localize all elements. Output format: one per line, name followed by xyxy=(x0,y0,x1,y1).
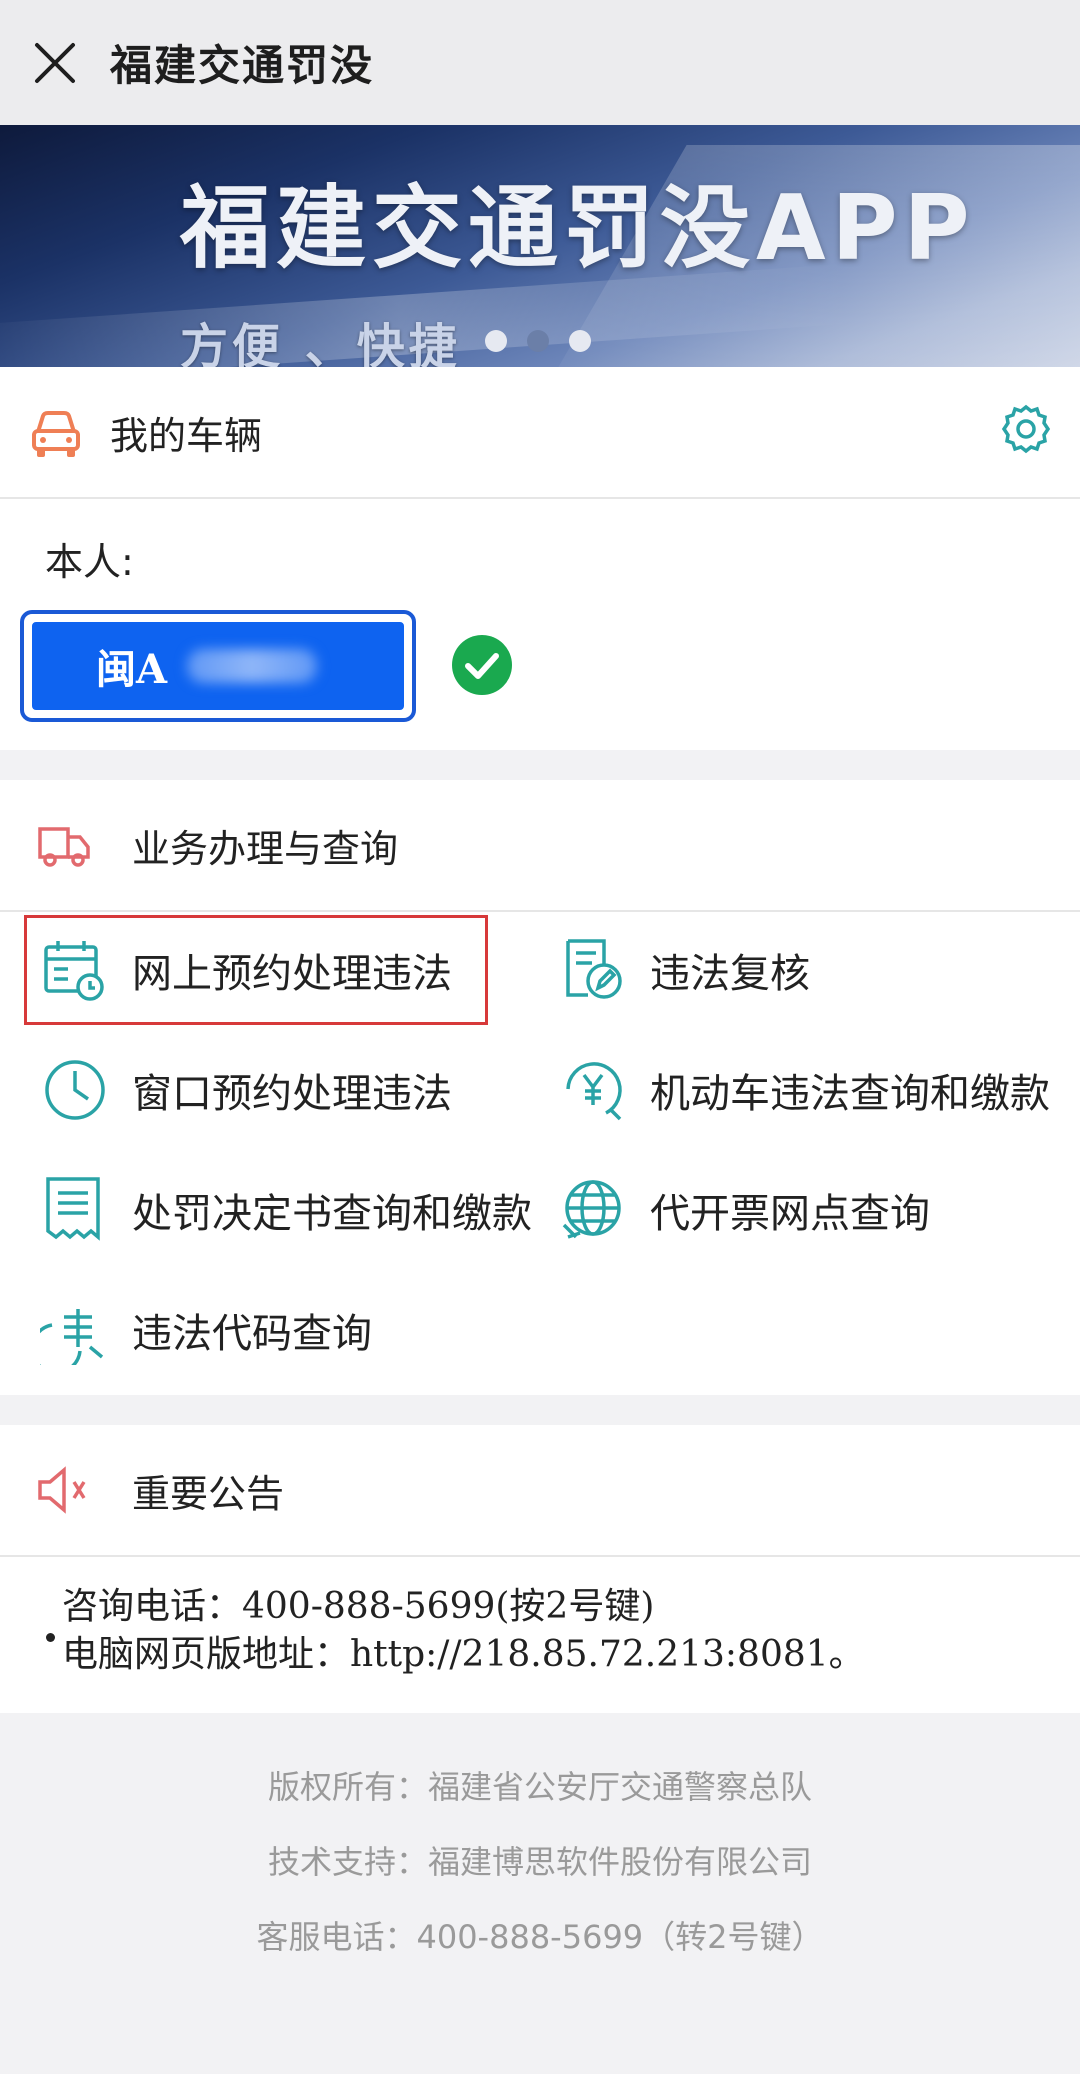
footer-copyright: 版权所有：福建省公安厅交通警察总队 xyxy=(267,1768,812,1806)
divider xyxy=(0,1555,1080,1557)
service-penalty-decision-query[interactable]: 处罚决定书查询和缴款 xyxy=(40,1170,532,1250)
license-plate-button[interactable]: 闽A xyxy=(20,610,416,722)
title-bar: 福建交通罚没 xyxy=(0,0,1080,125)
divider xyxy=(0,910,1080,912)
carousel-indicator xyxy=(485,330,591,352)
bullet-dot xyxy=(46,1633,55,1642)
speaker-icon xyxy=(38,1466,86,1514)
page-title: 福建交通罚没 xyxy=(110,41,375,90)
receipt-icon xyxy=(46,1177,100,1241)
footer: 版权所有：福建省公安厅交通警察总队 技术支持：福建博思软件股份有限公司 客服电话… xyxy=(0,1750,1080,1975)
footer-tech-support: 技术支持：福建博思软件股份有限公司 xyxy=(267,1843,812,1881)
service-invoice-outlet-query[interactable]: 代开票网点查询 xyxy=(558,1170,930,1250)
carousel-dot[interactable] xyxy=(527,330,549,352)
service-label: 窗口预约处理违法 xyxy=(132,1071,452,1117)
notice-header[interactable]: 重要公告 xyxy=(0,1425,1080,1555)
footer-service-phone: 客服电话：400-888-5699（转2号键） xyxy=(256,1918,824,1956)
service-label: 机动车违法查询和缴款 xyxy=(650,1071,1050,1117)
notice-content: 咨询电话：400-888-5699(按2号键) 电脑网页版地址：http://2… xyxy=(62,1583,865,1679)
close-button[interactable] xyxy=(0,0,110,125)
service-label: 违法代码查询 xyxy=(132,1311,372,1357)
service-label: 网上预约处理违法 xyxy=(132,951,452,997)
document-edit-icon xyxy=(566,939,622,999)
service-label: 违法复核 xyxy=(650,951,810,997)
owner-label: 本人: xyxy=(45,540,134,584)
carousel-dot[interactable] xyxy=(485,330,507,352)
divider xyxy=(0,497,1080,499)
banner-title: 福建交通罚没APP xyxy=(180,176,976,281)
calendar-clock-icon xyxy=(44,941,104,1001)
close-icon xyxy=(35,42,75,83)
yen-search-icon xyxy=(566,1062,622,1121)
plate-number-redacted xyxy=(187,649,318,683)
service-label: 处罚决定书查询和缴款 xyxy=(132,1191,532,1237)
globe-icon xyxy=(562,1180,621,1239)
my-vehicle-label: 我的车辆 xyxy=(110,413,263,458)
service-online-appointment[interactable]: 网上预约处理违法 xyxy=(40,930,452,1010)
license-plate: 闽A xyxy=(30,620,406,712)
services-label: 业务办理与查询 xyxy=(132,826,399,871)
code-search-icon xyxy=(40,1309,104,1365)
notice-label: 重要公告 xyxy=(132,1471,285,1516)
services-header: 业务办理与查询 xyxy=(0,780,1080,910)
my-vehicle-header: 我的车辆 xyxy=(0,367,1080,497)
gear-icon[interactable] xyxy=(1000,403,1052,455)
service-label: 代开票网点查询 xyxy=(650,1191,930,1237)
check-circle-icon xyxy=(452,635,512,695)
clock-icon xyxy=(45,1060,105,1120)
service-window-appointment[interactable]: 窗口预约处理违法 xyxy=(40,1050,452,1130)
car-icon xyxy=(32,411,80,457)
service-vehicle-violation-query[interactable]: 机动车违法查询和缴款 xyxy=(558,1050,1050,1130)
truck-icon xyxy=(38,827,90,867)
service-violation-code-query[interactable]: 违法代码查询 xyxy=(40,1290,372,1370)
banner-subtitle: 方便 、快捷 xyxy=(180,319,461,367)
notice-phone: 咨询电话：400-888-5699(按2号键) xyxy=(62,1586,655,1627)
carousel-dot[interactable] xyxy=(569,330,591,352)
service-violation-review[interactable]: 违法复核 xyxy=(558,930,810,1010)
notice-web-address[interactable]: 电脑网页版地址：http://218.85.72.213:8081。 xyxy=(62,1631,865,1679)
plate-prefix: 闽A xyxy=(96,646,168,693)
